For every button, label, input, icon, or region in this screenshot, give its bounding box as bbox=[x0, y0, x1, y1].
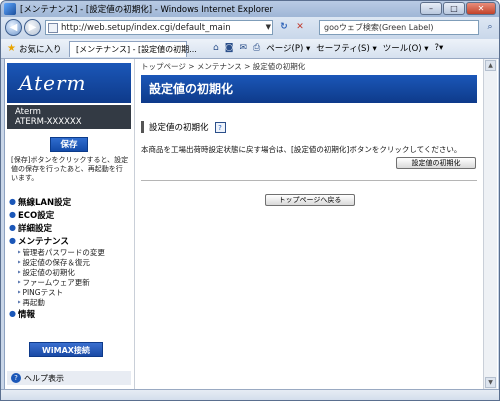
question-icon[interactable]: ? bbox=[214, 121, 226, 133]
save-note: [保存]ボタンをクリックすると、設定値の保存を行ったあと、再起動を行います。 bbox=[11, 156, 129, 182]
print-icon[interactable]: ⎙ bbox=[253, 43, 260, 53]
model-line-2: ATERM-XXXXXX bbox=[15, 117, 82, 127]
stop-icon[interactable]: ✕ bbox=[293, 20, 307, 35]
breadcrumb: トップページ > メンテナンス > 設定値の初期化 bbox=[141, 62, 306, 71]
tab-current[interactable]: [メンテナンス] - [設定値の初期... bbox=[69, 41, 197, 57]
main-panel: トップページ > メンテナンス > 設定値の初期化 設定値の初期化 設定値の初期… bbox=[141, 59, 481, 389]
menu-safety[interactable]: セーフティ(S) ▾ bbox=[316, 42, 376, 54]
bullet-icon: ● bbox=[9, 197, 16, 206]
sidebar-item-wireless[interactable]: ● 無線LAN設定 bbox=[9, 195, 131, 208]
help-toggle[interactable]: ? ヘルプ表示 bbox=[7, 371, 131, 385]
menu-page[interactable]: ページ(P) ▾ bbox=[266, 42, 310, 54]
divider bbox=[141, 180, 477, 181]
sidebar-item-advanced[interactable]: ● 詳細設定 bbox=[9, 221, 131, 234]
sidebar-subitem-reset[interactable]: ‣設定値の初期化 bbox=[9, 267, 131, 277]
menu-help[interactable]: ?▾ bbox=[435, 43, 444, 53]
url-text: http://web.setup/index.cgi/default_main bbox=[61, 22, 231, 33]
back-icon[interactable]: ◀ bbox=[5, 19, 22, 36]
page-title: 設定値の初期化 bbox=[141, 75, 477, 103]
wimax-connect-button[interactable]: WiMAX接続 bbox=[29, 342, 103, 357]
search-engine-label: gooウェブ検索(Green Label) bbox=[324, 23, 434, 32]
search-icon[interactable]: ⌕ bbox=[483, 20, 497, 35]
reset-description: 本商品を工場出荷時設定状態に戻す場合は、[設定値の初期化]ボタンをクリックしてく… bbox=[141, 145, 462, 154]
search-input[interactable]: gooウェブ検索(Green Label) bbox=[319, 20, 479, 35]
vertical-scrollbar[interactable]: ▲ ▼ bbox=[483, 59, 497, 389]
sidebar-subitem-firmware[interactable]: ‣ファームウェア更新 bbox=[9, 277, 131, 287]
model-info: Aterm ATERM-XXXXXX bbox=[7, 105, 131, 129]
ie-icon bbox=[4, 3, 16, 15]
mail-icon[interactable]: ✉ bbox=[239, 43, 247, 53]
sidebar-item-maintenance[interactable]: ● メンテナンス bbox=[9, 234, 131, 247]
save-button[interactable]: 保存 bbox=[50, 137, 88, 152]
sidebar-subitem-backup[interactable]: ‣設定値の保存＆復元 bbox=[9, 257, 131, 267]
refresh-icon[interactable]: ↻ bbox=[277, 20, 291, 35]
model-line-1: Aterm bbox=[15, 107, 41, 117]
minimize-button[interactable]: – bbox=[420, 2, 442, 15]
help-label: ヘルプ表示 bbox=[24, 373, 64, 383]
home-icon[interactable]: ⌂ bbox=[213, 43, 219, 53]
bullet-icon: ● bbox=[9, 210, 16, 219]
title-bar: [メンテナンス] - [設定値の初期化] - Windows Internet … bbox=[1, 1, 499, 17]
browser-window: [メンテナンス] - [設定値の初期化] - Windows Internet … bbox=[0, 0, 500, 401]
tab-title: [メンテナンス] - [設定値の初期... bbox=[76, 45, 197, 54]
bullet-icon: ● bbox=[9, 236, 16, 245]
bullet-icon: ● bbox=[9, 223, 16, 232]
feed-icon[interactable]: ◙ bbox=[225, 43, 234, 53]
maximize-button[interactable]: □ bbox=[443, 2, 465, 15]
help-icon: ? bbox=[11, 373, 21, 383]
sidebar-subitem-ping[interactable]: ‣PINGテスト bbox=[9, 287, 131, 297]
scroll-down-icon[interactable]: ▼ bbox=[485, 377, 496, 388]
sidebar-subitem-password[interactable]: ‣管理者パスワードの変更 bbox=[9, 247, 131, 257]
page-content: Aterm Aterm ATERM-XXXXXX 保存 [保存]ボタンをクリック… bbox=[4, 59, 498, 389]
address-bar: ◀ ▶ http://web.setup/index.cgi/default_m… bbox=[1, 17, 499, 39]
aterm-logo: Aterm bbox=[7, 63, 131, 103]
sidebar-item-eco[interactable]: ● ECO設定 bbox=[9, 208, 131, 221]
favorites-bar: ★ お気に入り [メンテナンス] - [設定値の初期... ⌂ ◙ ✉ ⎙ ペー… bbox=[1, 39, 499, 59]
favorites-label[interactable]: お気に入り bbox=[19, 43, 62, 55]
section-title: 設定値の初期化 bbox=[149, 123, 209, 133]
url-input[interactable]: http://web.setup/index.cgi/default_main … bbox=[45, 20, 273, 35]
page-icon bbox=[48, 22, 58, 33]
status-bar bbox=[1, 389, 499, 400]
back-to-top-button[interactable]: トップページへ戻る bbox=[265, 194, 355, 206]
menu-tools[interactable]: ツール(O) ▾ bbox=[383, 42, 429, 54]
reset-settings-button[interactable]: 設定値の初期化 bbox=[396, 157, 476, 169]
scroll-up-icon[interactable]: ▲ bbox=[485, 60, 496, 71]
chevron-down-icon[interactable]: ▼ bbox=[266, 23, 271, 31]
forward-icon[interactable]: ▶ bbox=[24, 19, 41, 36]
close-button[interactable]: ✕ bbox=[466, 2, 496, 15]
window-title: [メンテナンス] - [設定値の初期化] - Windows Internet … bbox=[20, 5, 274, 15]
sidebar-menu: ● 無線LAN設定 ● ECO設定 ● 詳細設定 ● メンテナンス ‣管理者パスワードの… bbox=[9, 195, 131, 320]
sidebar-subitem-reboot[interactable]: ‣再起動 bbox=[9, 297, 131, 307]
bullet-icon: ● bbox=[9, 309, 16, 318]
star-icon[interactable]: ★ bbox=[7, 43, 16, 54]
sidebar-item-info[interactable]: ● 情報 bbox=[9, 307, 131, 320]
section-heading: 設定値の初期化 ? bbox=[141, 121, 226, 133]
sidebar: Aterm Aterm ATERM-XXXXXX 保存 [保存]ボタンをクリック… bbox=[5, 59, 135, 389]
